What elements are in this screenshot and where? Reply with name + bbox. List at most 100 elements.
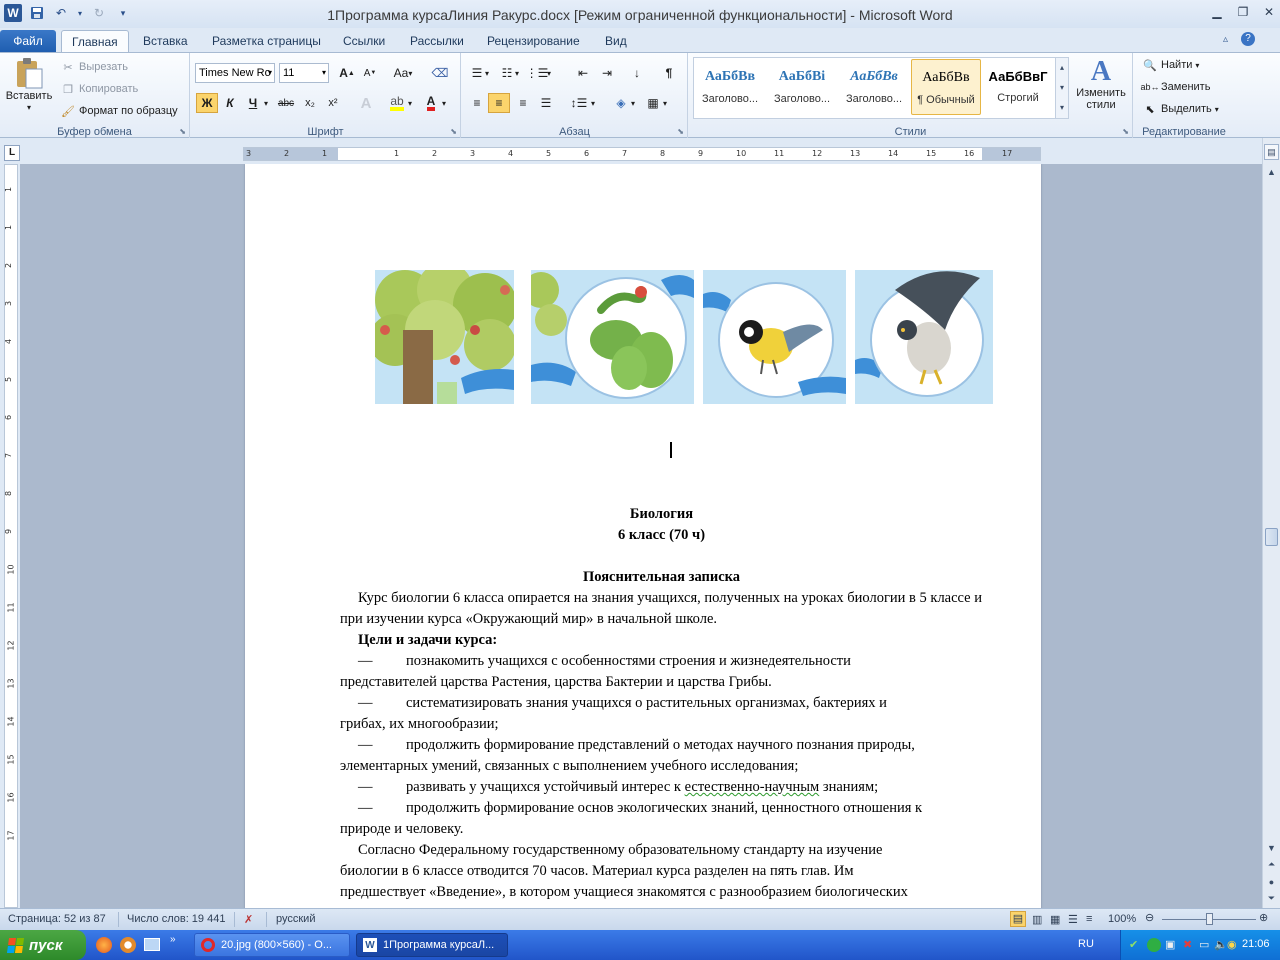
zoom-out-icon[interactable]: ⊖ bbox=[1145, 911, 1154, 924]
copy-button[interactable]: ❐ Копировать bbox=[60, 81, 138, 97]
tit-bird-image[interactable] bbox=[703, 270, 846, 404]
previous-page-icon[interactable]: ⏶ bbox=[1264, 856, 1279, 872]
tray-antivirus-icon[interactable] bbox=[1147, 938, 1161, 952]
borders-dropdown-icon[interactable]: ▾ bbox=[660, 93, 670, 113]
style-heading1[interactable]: АаБбВв Заголово... bbox=[695, 59, 765, 115]
dialog-launcher-icon[interactable]: ⬊ bbox=[179, 127, 186, 136]
line-spacing-icon[interactable]: ↕☰ bbox=[568, 93, 590, 113]
next-page-icon[interactable]: ⏷ bbox=[1264, 890, 1279, 906]
vertical-ruler[interactable]: 1 1 2 3 4 5 6 7 8 9 10 11 12 13 14 15 16 17 bbox=[4, 164, 18, 908]
view-ruler-icon[interactable]: ▤ bbox=[1264, 144, 1279, 160]
font-name-dropdown[interactable]: Times New Ro ▾ bbox=[195, 63, 275, 83]
caterpillar-image[interactable] bbox=[531, 270, 694, 404]
strikethrough-button[interactable]: abc bbox=[275, 93, 297, 113]
text-effects-icon[interactable]: A bbox=[355, 93, 377, 113]
firefox-icon[interactable] bbox=[96, 937, 112, 953]
tab-mailings[interactable]: Рассылки bbox=[400, 30, 474, 52]
zoom-in-icon[interactable]: ⊕ bbox=[1259, 911, 1268, 924]
clock[interactable]: 21:06 bbox=[1242, 938, 1270, 950]
minimize-icon[interactable]: ▁ bbox=[1204, 2, 1230, 22]
multilevel-dropdown-icon[interactable]: ▾ bbox=[544, 63, 554, 83]
numbering-dropdown-icon[interactable]: ▾ bbox=[512, 63, 522, 83]
print-layout-icon[interactable]: ▤ bbox=[1010, 911, 1026, 927]
align-center-icon[interactable]: ≡ bbox=[488, 93, 510, 113]
language-indicator[interactable]: русский bbox=[276, 913, 315, 925]
volume-icon[interactable]: 🔈 bbox=[1214, 938, 1228, 951]
browse-object-icon[interactable]: ● bbox=[1264, 874, 1279, 890]
scroll-down-icon[interactable]: ▼ bbox=[1264, 840, 1279, 856]
taskbar-item-word[interactable]: W 1Программа курсаЛ... bbox=[356, 933, 508, 957]
scroll-thumb[interactable] bbox=[1265, 528, 1278, 546]
bold-button[interactable]: Ж bbox=[196, 93, 218, 113]
close-icon[interactable]: ✕ bbox=[1256, 2, 1280, 22]
taskbar-item-opera[interactable]: 20.jpg (800×560) - O... bbox=[194, 933, 350, 957]
paste-button[interactable]: Вставить ▾ bbox=[6, 57, 52, 112]
line-spacing-dropdown-icon[interactable]: ▾ bbox=[588, 93, 598, 113]
change-styles-button[interactable]: A Изменить стили bbox=[1073, 57, 1129, 112]
minimize-ribbon-icon[interactable]: ▵ bbox=[1223, 34, 1228, 45]
underline-dropdown-icon[interactable]: ▾ bbox=[261, 93, 271, 113]
grow-font-icon[interactable]: A ▲ bbox=[336, 63, 358, 83]
show-desktop-icon[interactable] bbox=[144, 938, 160, 951]
tab-view[interactable]: Вид bbox=[595, 30, 637, 52]
tree-image[interactable] bbox=[375, 270, 514, 404]
outline-icon[interactable]: ☰ bbox=[1068, 913, 1078, 926]
horizontal-ruler[interactable]: 3 2 1 1 2 3 4 5 6 7 8 9 10 11 12 13 14 15 16 17 bbox=[243, 147, 1041, 161]
word-count[interactable]: Число слов: 19 441 bbox=[127, 913, 225, 925]
quick-launch-expand-icon[interactable]: » bbox=[170, 934, 176, 945]
font-size-dropdown[interactable]: 11 ▾ bbox=[279, 63, 329, 83]
tray-app-icon[interactable]: ✔ bbox=[1129, 938, 1138, 951]
tray-media-icon[interactable]: ◉ bbox=[1227, 938, 1237, 951]
tab-home[interactable]: Главная bbox=[61, 30, 129, 52]
scroll-up-icon[interactable]: ▲ bbox=[1264, 164, 1279, 180]
dialog-launcher-icon[interactable]: ⬊ bbox=[1122, 127, 1129, 136]
decrease-indent-icon[interactable]: ⇤ bbox=[572, 63, 594, 83]
tab-selector[interactable]: L bbox=[4, 145, 20, 161]
dialog-launcher-icon[interactable]: ⬊ bbox=[677, 127, 684, 136]
help-icon[interactable]: ? bbox=[1241, 32, 1255, 46]
proofing-icon[interactable]: ✗ bbox=[244, 913, 253, 926]
cut-button[interactable]: ✂ Вырезать bbox=[60, 59, 128, 75]
styles-scroll[interactable]: ▴ ▾ ▾ bbox=[1055, 57, 1069, 119]
superscript-button[interactable]: x² bbox=[322, 93, 344, 113]
maximize-icon[interactable]: ❐ bbox=[1230, 2, 1256, 22]
increase-indent-icon[interactable]: ⇥ bbox=[596, 63, 618, 83]
italic-button[interactable]: К bbox=[219, 93, 241, 113]
justify-icon[interactable]: ☰ bbox=[535, 93, 557, 113]
web-layout-icon[interactable]: ▦ bbox=[1050, 913, 1060, 926]
language-bar[interactable]: RU bbox=[1078, 938, 1094, 950]
select-button[interactable]: ⬉ Выделить ▾ bbox=[1142, 101, 1218, 117]
zoom-slider-thumb[interactable] bbox=[1206, 913, 1213, 925]
tab-references[interactable]: Ссылки bbox=[333, 30, 395, 52]
falcon-image[interactable] bbox=[855, 270, 993, 404]
replace-button[interactable]: ab↔ Заменить bbox=[1141, 79, 1211, 95]
show-marks-button[interactable]: ¶ bbox=[658, 63, 680, 83]
sort-icon[interactable]: ↓ bbox=[626, 63, 648, 83]
dialog-launcher-icon[interactable]: ⬊ bbox=[450, 127, 457, 136]
tab-insert[interactable]: Вставка bbox=[133, 30, 198, 52]
vertical-scrollbar[interactable]: ▤ ▲ ▼ ⏶ ● ⏷ bbox=[1262, 138, 1280, 908]
bullets-dropdown-icon[interactable]: ▾ bbox=[482, 63, 492, 83]
browser-icon[interactable] bbox=[120, 937, 136, 953]
spelling-marked-word[interactable]: естественно-научным bbox=[685, 779, 820, 795]
document-page[interactable]: Биология 6 класс (70 ч) Пояснительная за… bbox=[245, 164, 1041, 908]
tray-display-icon[interactable]: ▭ bbox=[1199, 938, 1209, 951]
font-color-dropdown-icon[interactable]: ▾ bbox=[439, 93, 449, 113]
zoom-level[interactable]: 100% bbox=[1108, 913, 1136, 925]
align-left-icon[interactable]: ≡ bbox=[466, 93, 488, 113]
page-count[interactable]: Страница: 52 из 87 bbox=[8, 913, 106, 925]
format-painter-button[interactable]: 🖌 Формат по образцу bbox=[60, 103, 178, 119]
tab-page-layout[interactable]: Разметка страницы bbox=[202, 30, 331, 52]
shading-dropdown-icon[interactable]: ▾ bbox=[628, 93, 638, 113]
find-button[interactable]: 🔍 Найти ▾ bbox=[1142, 57, 1199, 73]
change-case-button[interactable]: Aa ▾ bbox=[389, 63, 417, 83]
tab-file[interactable]: Файл bbox=[0, 30, 56, 52]
shrink-font-icon[interactable]: A ▼ bbox=[359, 63, 381, 83]
full-screen-reading-icon[interactable]: ▥ bbox=[1032, 913, 1042, 926]
tray-network-icon[interactable]: ▣ bbox=[1165, 938, 1175, 951]
style-heading3[interactable]: АаБбВв Заголово... bbox=[839, 59, 909, 115]
clear-formatting-icon[interactable]: ⌫ bbox=[429, 63, 451, 83]
start-button[interactable]: пуск bbox=[0, 930, 86, 960]
tab-review[interactable]: Рецензирование bbox=[477, 30, 590, 52]
tray-alert-icon[interactable]: ✖ bbox=[1183, 938, 1192, 951]
